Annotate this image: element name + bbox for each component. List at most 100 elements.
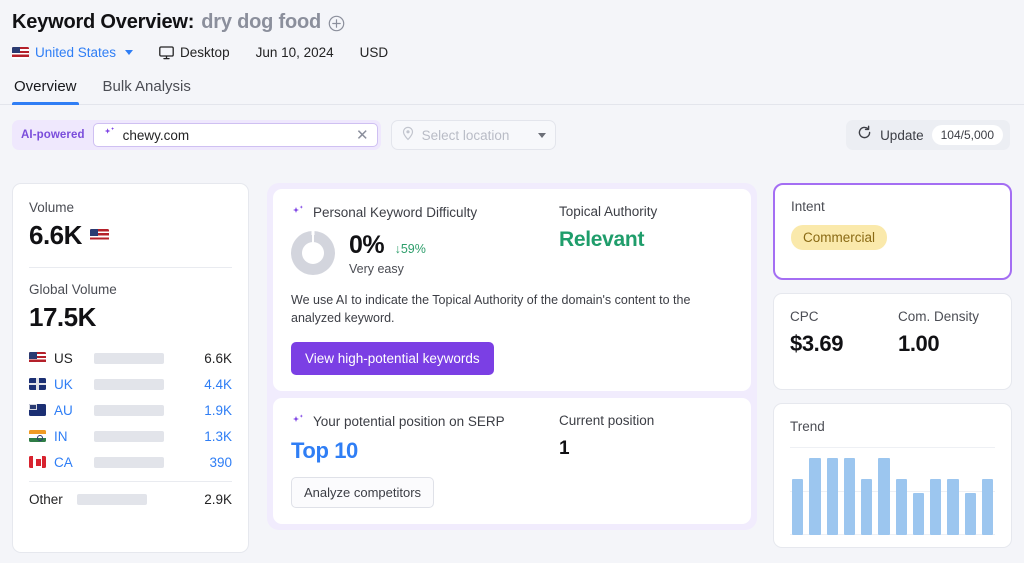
trend-bar-series: [792, 447, 993, 535]
list-item[interactable]: UK 4.4K: [29, 371, 232, 397]
serp-card-header: Your potential position on SERP Top 10 C…: [291, 413, 733, 464]
competitive-density-block: Com. Density 1.00: [898, 309, 979, 357]
trend-bar: [930, 478, 942, 535]
page-title-keyword: dry dog food: [201, 11, 322, 33]
potential-position-value: Top 10: [291, 438, 358, 464]
trend-bar: [947, 478, 959, 535]
update-quota-badge: 104/5,000: [931, 125, 1003, 145]
ai-highlight-wrapper: Personal Keyword Difficulty 0% ↓59% Very: [267, 183, 757, 531]
intent-label: Intent: [791, 199, 825, 214]
list-item[interactable]: US 6.6K: [29, 345, 232, 371]
tab-overview[interactable]: Overview: [12, 78, 79, 105]
date-label: Jun 10, 2024: [255, 45, 334, 60]
update-button[interactable]: Update 104/5,000: [846, 120, 1010, 150]
serp-position-card: Your potential position on SERP Top 10 C…: [273, 398, 751, 525]
location-select[interactable]: Select location: [390, 120, 556, 150]
list-item: Other 2.9K: [29, 486, 232, 512]
analyze-competitors-button[interactable]: Analyze competitors: [291, 477, 435, 509]
trend-bar: [964, 492, 976, 535]
controls-bar: AI-powered chewy.com ✕ Select location U…: [0, 120, 1024, 150]
country-volume: 1.3K: [204, 428, 232, 444]
pkd-label-row: Personal Keyword Difficulty: [291, 204, 559, 221]
country-volume: 2.9K: [204, 491, 232, 507]
flag-ca-icon: [29, 456, 46, 468]
flag-uk-icon: [29, 378, 46, 390]
domain-input[interactable]: chewy.com ✕: [92, 123, 378, 147]
list-item[interactable]: AU 1.9K: [29, 397, 232, 423]
potential-position-block: Your potential position on SERP Top 10: [291, 413, 559, 464]
flag-au-icon: [29, 404, 46, 416]
sparkle-icon: [103, 126, 116, 144]
country-selector[interactable]: United States: [12, 45, 134, 60]
country-code: CA: [54, 454, 73, 470]
chevron-down-icon: [125, 50, 134, 55]
cpc-card: CPC $3.69 Com. Density 1.00: [773, 293, 1012, 390]
location-pin-icon: [401, 126, 415, 144]
current-position-value: 1: [559, 438, 570, 460]
country-code: US: [54, 350, 73, 366]
topical-authority-block: Topical Authority Relevant: [559, 204, 657, 276]
trend-bar: [809, 457, 821, 535]
device-label: Desktop: [180, 45, 230, 60]
metrics-column: Intent Commercial CPC $3.69 Com. Density…: [773, 183, 1012, 553]
country-volume: 390: [209, 454, 232, 470]
country-selector-label: United States: [35, 45, 117, 60]
difficulty-card-header: Personal Keyword Difficulty 0% ↓59% Very: [291, 204, 733, 276]
close-icon[interactable]: ✕: [356, 128, 369, 143]
update-button-label: Update: [880, 127, 924, 143]
flag-us-icon: [29, 352, 46, 364]
volume-value-row: 6.6K: [29, 220, 232, 251]
ai-powered-search: AI-powered chewy.com ✕: [12, 120, 381, 150]
global-volume-value: 17.5K: [29, 302, 96, 332]
country-code: AU: [54, 402, 73, 418]
potential-position-label: Your potential position on SERP: [313, 414, 505, 430]
difficulty-card: Personal Keyword Difficulty 0% ↓59% Very: [273, 189, 751, 392]
keyword-overview-page: Keyword Overview: dry dog food United St…: [0, 0, 1024, 563]
view-high-potential-keywords-button[interactable]: View high-potential keywords: [291, 342, 494, 376]
cpc-label: CPC: [790, 309, 819, 324]
country-volume: 6.6K: [204, 350, 232, 366]
location-select-label: Select location: [421, 127, 510, 143]
page-header: Keyword Overview: dry dog food United St…: [0, 0, 1024, 60]
tab-bulk-analysis[interactable]: Bulk Analysis: [101, 78, 193, 104]
currency-label: USD: [359, 45, 389, 60]
country-code: Other: [29, 491, 63, 507]
page-title-prefix: Keyword Overview:: [12, 11, 195, 33]
trend-label: Trend: [790, 419, 825, 434]
cpc-block: CPC $3.69: [790, 309, 898, 357]
potential-position-label-row: Your potential position on SERP: [291, 413, 559, 430]
competitive-density-value: 1.00: [898, 331, 940, 356]
trend-bar: [878, 457, 890, 535]
intent-card: Intent Commercial: [773, 183, 1012, 280]
volume-bar: [77, 493, 147, 505]
trend-chart: [790, 447, 995, 535]
country-breakdown-list: US 6.6K UK 4.4K AU 1.9K IN 1.3K CA 390 O…: [29, 345, 232, 512]
country-volume: 4.4K: [204, 376, 232, 392]
list-item[interactable]: IN 1.3K: [29, 423, 232, 449]
desktop-monitor-icon: [159, 45, 174, 60]
trend-bar: [792, 478, 804, 535]
current-position-label: Current position: [559, 413, 655, 429]
list-item[interactable]: CA 390: [29, 449, 232, 475]
ai-powered-badge: AI-powered: [21, 129, 85, 141]
trend-bar: [895, 478, 907, 535]
divider: [29, 267, 232, 268]
refresh-icon: [857, 125, 872, 145]
status-badge: Commercial: [791, 225, 888, 250]
country-volume: 1.9K: [204, 402, 232, 418]
flag-us-icon: [89, 229, 109, 242]
trend-bar: [843, 457, 855, 535]
chevron-down-icon: [537, 132, 546, 138]
pkd-value-block: 0% ↓59% Very easy: [349, 231, 426, 276]
sparkle-icon: [291, 413, 305, 430]
volume-bar: [94, 378, 164, 390]
volume-bar: [94, 404, 164, 416]
plus-circle-icon[interactable]: [328, 15, 345, 32]
meta-row: United States Desktop Jun 10, 2024 USD: [12, 45, 1024, 60]
cpc-card-row: CPC $3.69 Com. Density 1.00: [790, 309, 995, 357]
volume-bar: [94, 456, 164, 468]
competitive-density-label: Com. Density: [898, 309, 980, 324]
pkd-delta: ↓59%: [394, 242, 426, 256]
pkd-sublabel: Very easy: [349, 262, 404, 276]
pkd-value-row: 0% ↓59% Very easy: [291, 231, 559, 276]
